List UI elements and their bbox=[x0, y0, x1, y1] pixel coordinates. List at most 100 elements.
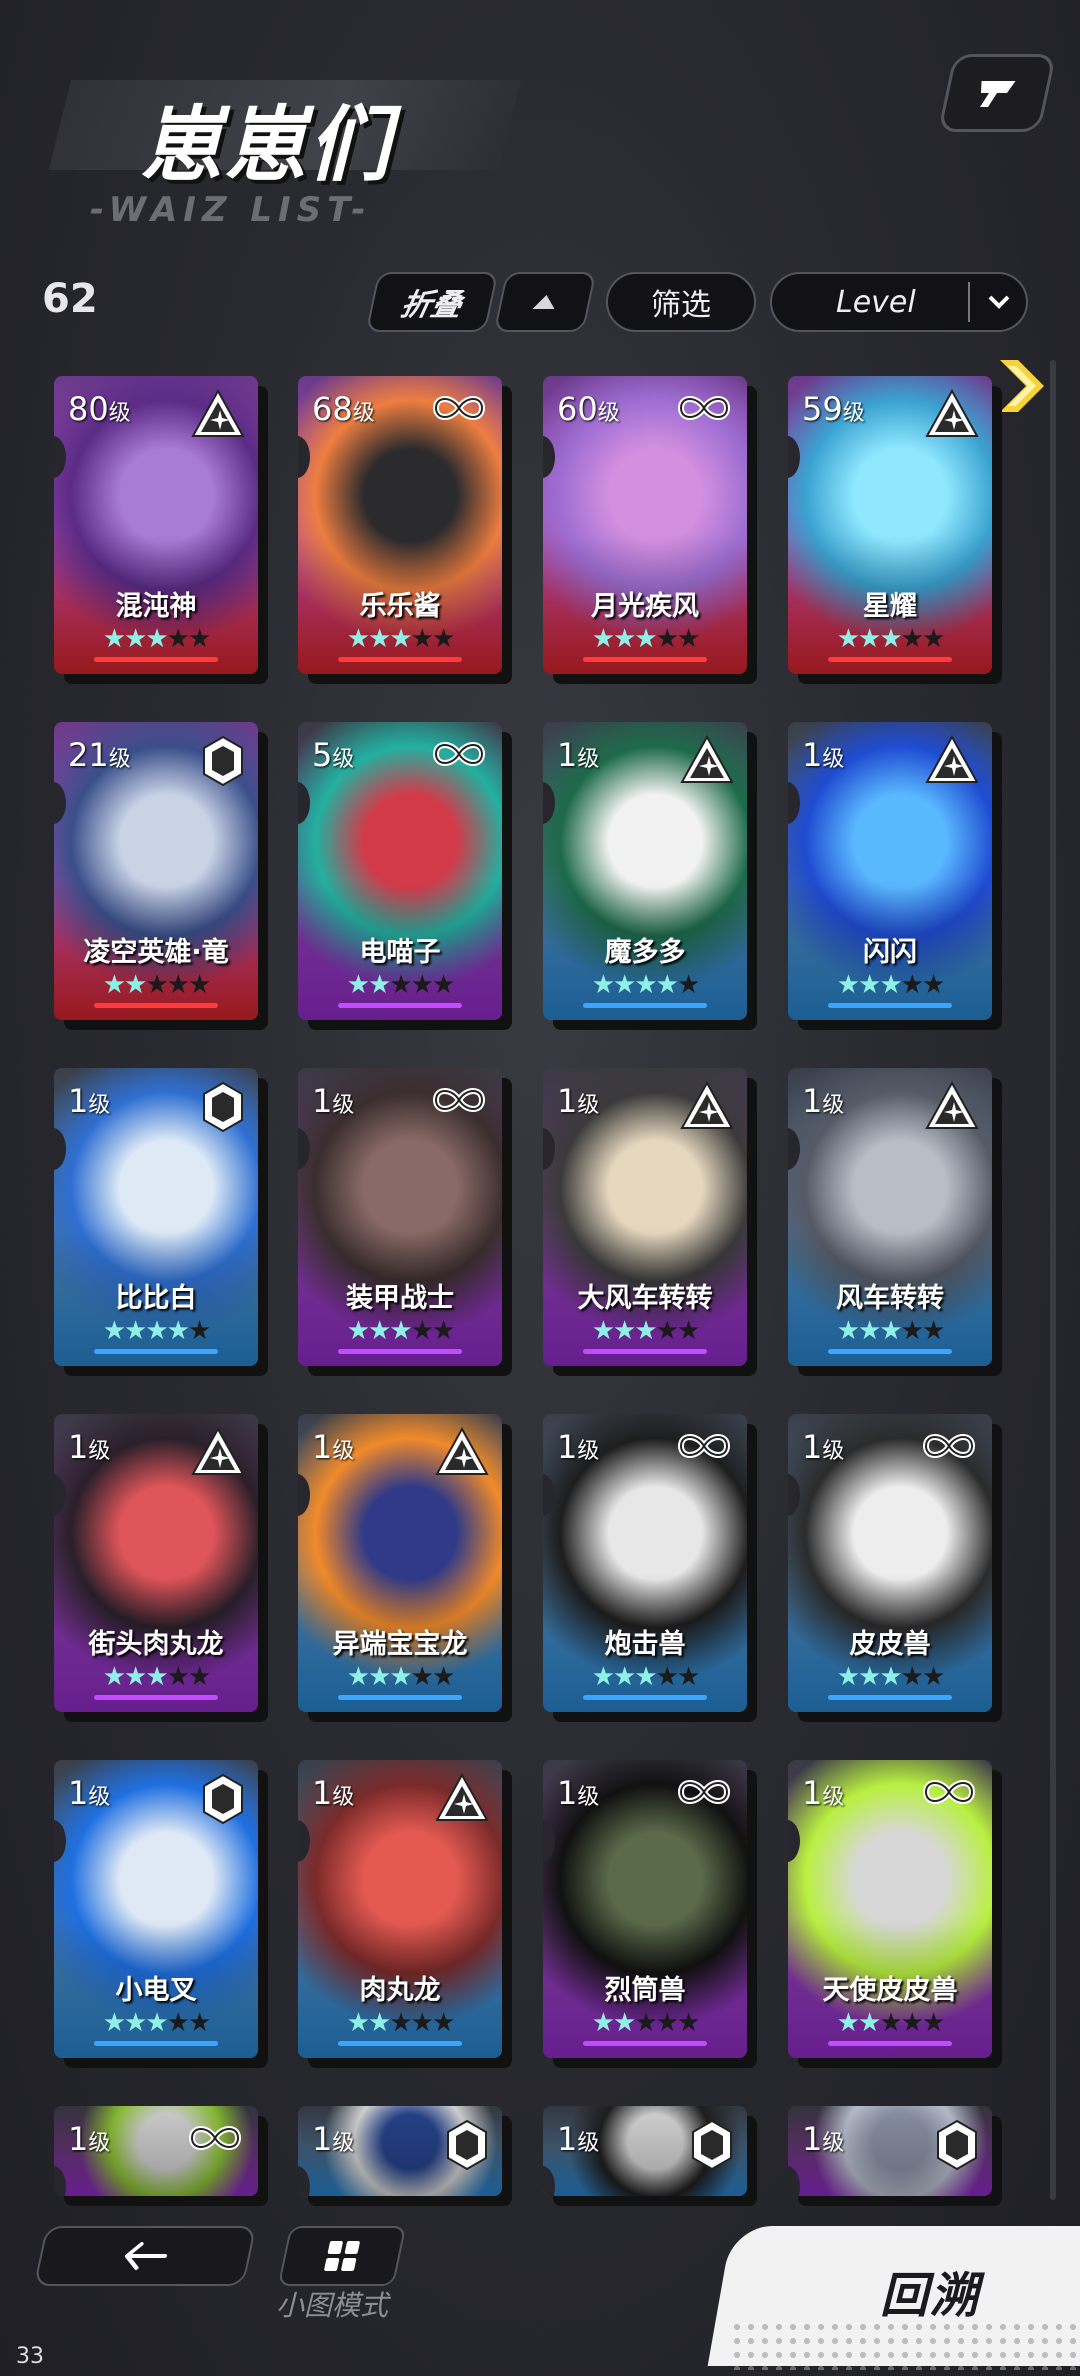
card-type-badge bbox=[428, 388, 490, 432]
star-filled-icon: ★ bbox=[836, 970, 860, 1000]
corner-menu-button[interactable] bbox=[937, 54, 1057, 132]
star-filled-icon: ★ bbox=[613, 624, 636, 654]
character-card[interactable]: 1级 烈筒兽 ★★★★★ bbox=[543, 1760, 747, 2058]
card-star-rating: ★★★★★ bbox=[543, 1662, 747, 1692]
character-card[interactable]: 80级 混沌神 ★★★★★ bbox=[54, 376, 258, 674]
sort-direction-button[interactable] bbox=[493, 272, 597, 332]
card-level: 59级 bbox=[802, 390, 865, 428]
star-filled-icon: ★ bbox=[368, 2008, 391, 2038]
character-card[interactable]: 1级 闪闪 ★★★★★ bbox=[788, 722, 992, 1020]
star-filled-icon: ★ bbox=[166, 1316, 190, 1346]
star-filled-icon: ★ bbox=[613, 2008, 636, 2038]
star-empty-icon: ★ bbox=[921, 1316, 945, 1346]
card-name: 月光疾风 bbox=[591, 591, 699, 622]
character-card[interactable]: 1级 装甲战士 ★★★★★ bbox=[298, 1068, 502, 1366]
card-level-unit: 级 bbox=[822, 1439, 845, 1464]
triangle-star-icon bbox=[191, 1426, 245, 1475]
star-filled-icon: ★ bbox=[879, 624, 902, 654]
infinity-icon bbox=[922, 1434, 976, 1458]
back-button[interactable] bbox=[33, 2226, 257, 2286]
star-empty-icon: ★ bbox=[166, 2008, 190, 2038]
card-name: 闪闪 bbox=[863, 937, 917, 968]
character-card[interactable]: 1级 异端宝宝龙 ★★★★★ bbox=[298, 1414, 502, 1712]
next-arrow-icon[interactable] bbox=[994, 356, 1050, 416]
scrollbar-track[interactable] bbox=[1050, 360, 1056, 2200]
card-star-rating: ★★★★★ bbox=[543, 1316, 747, 1346]
character-card[interactable]: 1级 天使皮皮兽 ★★★★★ bbox=[788, 1760, 992, 2058]
small-view-button[interactable] bbox=[277, 2226, 407, 2286]
filter-button[interactable]: 筛选 bbox=[606, 272, 756, 332]
card-level-number: 59 bbox=[802, 390, 843, 428]
character-card[interactable]: 1级 大风车转转 ★★★★★ bbox=[543, 1068, 747, 1366]
filter-label: 筛选 bbox=[651, 288, 711, 323]
character-card[interactable]: 1级 炮击兽 ★★★★★ bbox=[543, 1414, 747, 1712]
character-card[interactable]: 5级 电喵子 ★★★★★ bbox=[298, 722, 502, 1020]
card-level-unit: 级 bbox=[332, 747, 355, 772]
card-name: 凌空英雄·竜 bbox=[83, 937, 229, 968]
character-card[interactable]: 21级 凌空英雄·竜 ★★★★★ bbox=[54, 722, 258, 1020]
card-type-badge bbox=[428, 734, 490, 778]
card-level: 1级 bbox=[557, 1428, 599, 1466]
star-empty-icon: ★ bbox=[431, 970, 455, 1000]
hexagon-icon bbox=[692, 2119, 732, 2171]
card-type-badge bbox=[673, 388, 735, 432]
card-name: 星耀 bbox=[863, 591, 917, 622]
triangle-star-icon bbox=[925, 1080, 979, 1129]
card-name: 异端宝宝龙 bbox=[332, 1629, 468, 1660]
character-card[interactable]: 60级 月光疾风 ★★★★★ bbox=[543, 376, 747, 674]
card-level: 1级 bbox=[802, 1428, 844, 1466]
fold-button[interactable]: 折叠 bbox=[365, 272, 499, 332]
character-card[interactable]: 1级 皮皮兽 ★★★★★ bbox=[788, 1414, 992, 1712]
card-star-rating: ★★★★★ bbox=[788, 2008, 992, 2038]
star-filled-icon: ★ bbox=[858, 2008, 881, 2038]
card-rarity-bar bbox=[828, 2041, 952, 2046]
character-card[interactable]: 59级 星耀 ★★★★★ bbox=[788, 376, 992, 674]
card-level-number: 1 bbox=[312, 1428, 333, 1466]
bottom-bar: 小图模式 回溯 33 bbox=[0, 2200, 1080, 2376]
character-card[interactable]: 1级 bbox=[298, 2106, 502, 2196]
card-name: 乐乐酱 bbox=[359, 591, 441, 622]
infinity-icon bbox=[677, 1434, 731, 1458]
star-filled-icon: ★ bbox=[634, 970, 657, 1000]
character-card[interactable]: 1级 街头肉丸龙 ★★★★★ bbox=[54, 1414, 258, 1712]
star-filled-icon: ★ bbox=[389, 624, 412, 654]
card-star-rating: ★★★★★ bbox=[543, 2008, 747, 2038]
star-empty-icon: ★ bbox=[410, 1662, 434, 1692]
character-card[interactable]: 1级 比比白 ★★★★★ bbox=[54, 1068, 258, 1366]
star-filled-icon: ★ bbox=[368, 624, 391, 654]
triangle-star-icon bbox=[435, 1426, 489, 1475]
star-empty-icon: ★ bbox=[187, 1662, 211, 1692]
star-empty-icon: ★ bbox=[655, 1662, 679, 1692]
character-card[interactable]: 1级 魔多多 ★★★★★ bbox=[543, 722, 747, 1020]
triangle-up-icon bbox=[532, 295, 555, 309]
card-star-rating: ★★★★★ bbox=[298, 2008, 502, 2038]
sort-select[interactable]: Level bbox=[770, 272, 1028, 332]
star-empty-icon: ★ bbox=[166, 1662, 190, 1692]
character-card[interactable]: 68级 乐乐酱 ★★★★★ bbox=[298, 376, 502, 674]
character-card[interactable]: 1级 bbox=[788, 2106, 992, 2196]
hexagon-icon bbox=[203, 735, 243, 787]
character-card[interactable]: 1级 风车转转 ★★★★★ bbox=[788, 1068, 992, 1366]
star-empty-icon: ★ bbox=[431, 1316, 455, 1346]
star-filled-icon: ★ bbox=[346, 624, 370, 654]
character-card[interactable]: 1级 bbox=[543, 2106, 747, 2196]
fold-label: 折叠 bbox=[397, 288, 465, 323]
star-filled-icon: ★ bbox=[879, 1316, 902, 1346]
card-name: 风车转转 bbox=[836, 1283, 944, 1314]
card-type-badge bbox=[428, 1080, 490, 1124]
star-filled-icon: ★ bbox=[634, 624, 657, 654]
card-level: 60级 bbox=[557, 390, 620, 428]
character-card[interactable]: 1级 肉丸龙 ★★★★★ bbox=[298, 1760, 502, 2058]
card-type-badge bbox=[689, 2118, 735, 2176]
star-empty-icon: ★ bbox=[410, 970, 434, 1000]
page-title: 崽崽们 bbox=[140, 98, 392, 193]
star-empty-icon: ★ bbox=[410, 1316, 434, 1346]
star-filled-icon: ★ bbox=[858, 970, 881, 1000]
star-empty-icon: ★ bbox=[900, 970, 924, 1000]
retro-label[interactable]: 回溯 bbox=[880, 2256, 980, 2326]
character-card[interactable]: 1级 小电叉 ★★★★★ bbox=[54, 1760, 258, 2058]
card-type-badge bbox=[200, 1772, 246, 1830]
card-type-badge bbox=[190, 388, 246, 444]
card-name: 烈筒兽 bbox=[604, 1975, 686, 2006]
character-card[interactable]: 1级 bbox=[54, 2106, 258, 2196]
